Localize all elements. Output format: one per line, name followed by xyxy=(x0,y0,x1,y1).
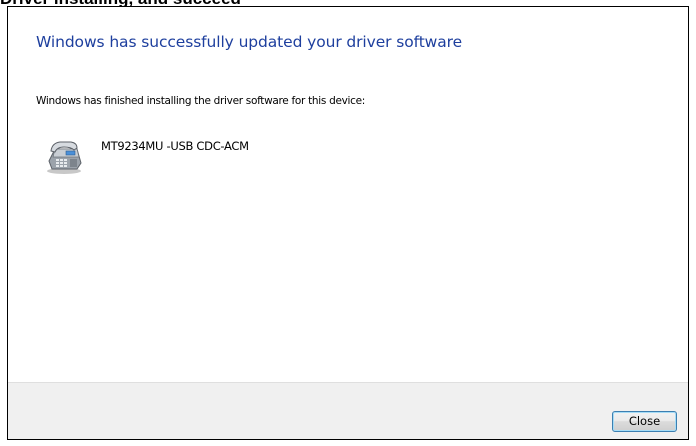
screenshot-page: Driver installing, and succeed Windows h… xyxy=(0,0,696,446)
device-entry: MT9234MU -USB CDC-ACM xyxy=(44,137,249,175)
dialog-headline: Windows has successfully updated your dr… xyxy=(36,33,463,51)
dialog-footer: Close xyxy=(8,382,688,439)
close-button[interactable]: Close xyxy=(612,411,677,432)
driver-update-dialog: Windows has successfully updated your dr… xyxy=(7,6,689,440)
modem-phone-icon xyxy=(47,141,82,174)
dialog-body: Windows has successfully updated your dr… xyxy=(8,7,688,382)
dialog-info-text: Windows has finished installing the driv… xyxy=(36,95,366,107)
device-name: MT9234MU -USB CDC-ACM xyxy=(101,139,249,153)
